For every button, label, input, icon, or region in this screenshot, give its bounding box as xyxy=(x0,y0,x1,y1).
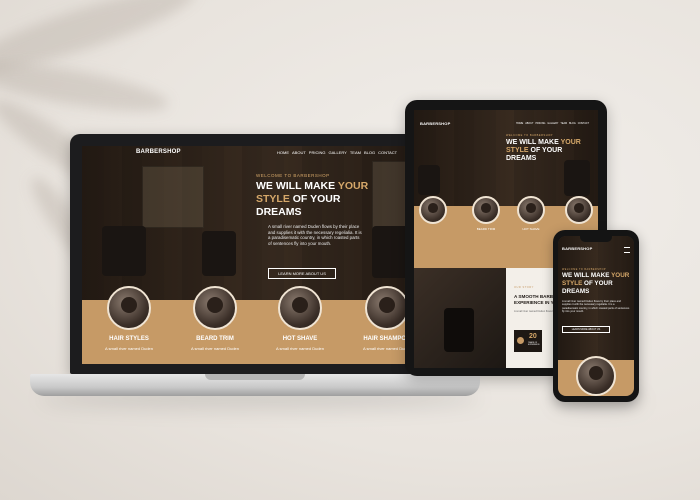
service-card[interactable]: BEARD TRIM A small river named Duden xyxy=(182,286,248,351)
service-card[interactable] xyxy=(559,196,598,224)
nav-link-contact[interactable]: CONTACT xyxy=(578,122,589,125)
hero-headline-line2: STYLE OF YOUR xyxy=(256,193,341,205)
hero-kicker: WELCOME TO BARBERSHOP xyxy=(506,134,553,137)
hero-section xyxy=(82,146,428,300)
hero-headline-line1: WE WILL MAKE YOUR xyxy=(256,180,369,192)
nav-link-pricing[interactable]: PRICING xyxy=(535,122,545,125)
about-photo xyxy=(414,268,506,368)
service-photo xyxy=(107,286,151,330)
years-number: 20 xyxy=(529,333,537,340)
hero-headline-line1: WE WILL MAKE YOUR xyxy=(506,139,581,146)
service-desc: A small river named Duden xyxy=(190,346,240,351)
nav-link-about[interactable]: ABOUT xyxy=(525,122,533,125)
service-photo xyxy=(517,196,545,224)
nav-link-blog[interactable]: BLOG xyxy=(569,122,576,125)
scissors-icon xyxy=(517,337,524,344)
nav-link-about[interactable]: ABOUT xyxy=(292,150,306,155)
service-photo xyxy=(365,286,409,330)
hero-section xyxy=(558,236,634,360)
menu-icon[interactable] xyxy=(624,247,630,253)
phone-screen: BARBERSHOP WELCOME TO BARBERSHOP WE WILL… xyxy=(558,236,634,396)
service-title: HAIR STYLES xyxy=(109,336,149,342)
service-photo xyxy=(472,196,500,224)
main-nav: HOME ABOUT PRICING GALLERY TEAM BLOG CON… xyxy=(277,150,397,155)
learn-more-button[interactable]: LEARN MORE ABOUT US xyxy=(562,326,610,333)
service-title: HOT SHAVE xyxy=(282,336,318,342)
barber-chair xyxy=(564,160,590,196)
service-photo xyxy=(576,356,616,396)
service-card[interactable]: BEARD TRIM xyxy=(466,196,506,231)
years-badge: 20 YEARS OF EXPERIENCE xyxy=(514,330,542,352)
service-title: BEARD TRIM xyxy=(196,336,234,342)
laptop-opening-notch xyxy=(205,374,305,380)
barber-chair xyxy=(202,231,236,276)
hero-kicker: WELCOME TO BARBERSHOP xyxy=(562,268,607,271)
hero-paragraph: A small river named Duden flows by their… xyxy=(268,224,362,247)
nav-link-team[interactable]: TEAM xyxy=(350,150,361,155)
site-logo[interactable]: BARBERSHOP xyxy=(420,121,450,126)
hero-headline-line3: DREAMS xyxy=(506,155,537,162)
nav-link-gallery[interactable]: GALLERY xyxy=(547,122,558,125)
barber-chair xyxy=(444,308,474,352)
service-title: HOT SHAVE xyxy=(522,227,540,231)
nav-link-home[interactable]: HOME xyxy=(277,150,289,155)
service-title: BEARD TRIM xyxy=(476,227,496,231)
service-card[interactable]: HAIR STYLES A small river named Duden xyxy=(96,286,162,351)
site-logo[interactable]: BARBERSHOP xyxy=(562,246,592,251)
barber-chair xyxy=(102,226,146,276)
barber-chair xyxy=(418,165,440,195)
service-photo xyxy=(419,196,447,224)
hero-paragraph: A small river named Duden flows by their… xyxy=(562,300,630,314)
hero-headline-line2: STYLE OF YOUR xyxy=(562,280,613,287)
service-photo xyxy=(278,286,322,330)
learn-more-button[interactable]: LEARN MORE ABOUT US xyxy=(268,268,336,279)
service-desc: A small river named Duden xyxy=(275,346,325,351)
about-kicker: OUR STORY xyxy=(514,286,534,289)
nav-link-home[interactable]: HOME xyxy=(516,122,523,125)
nav-link-contact[interactable]: CONTACT xyxy=(378,150,397,155)
service-card[interactable]: HOT SHAVE A small river named Duden xyxy=(267,286,333,351)
service-desc: A small river named Duden xyxy=(104,346,154,351)
shop-window xyxy=(142,166,204,228)
hero-kicker: WELCOME TO BARBERSHOP xyxy=(256,173,330,178)
phone-notch xyxy=(580,236,612,242)
service-photo xyxy=(565,196,593,224)
hero-headline-line3: DREAMS xyxy=(562,288,590,295)
site-logo[interactable]: BARBERSHOP xyxy=(136,149,181,155)
hero-headline-line2: STYLE OF YOUR xyxy=(506,147,563,154)
nav-link-team[interactable]: TEAM xyxy=(560,122,567,125)
hero-headline-line3: DREAMS xyxy=(256,206,302,218)
service-photo xyxy=(193,286,237,330)
service-card[interactable] xyxy=(576,356,616,396)
laptop-screen: BARBERSHOP HOME ABOUT PRICING GALLERY TE… xyxy=(82,146,428,364)
service-card[interactable] xyxy=(418,196,448,224)
main-nav: HOME ABOUT PRICING GALLERY TEAM BLOG CON… xyxy=(516,122,589,125)
hero-headline-line1: WE WILL MAKE YOUR xyxy=(562,272,630,279)
nav-link-pricing[interactable]: PRICING xyxy=(309,150,326,155)
years-label: YEARS OF EXPERIENCE xyxy=(528,342,540,346)
nav-link-gallery[interactable]: GALLERY xyxy=(328,150,346,155)
service-card[interactable]: HOT SHAVE xyxy=(511,196,551,231)
nav-link-blog[interactable]: BLOG xyxy=(364,150,375,155)
